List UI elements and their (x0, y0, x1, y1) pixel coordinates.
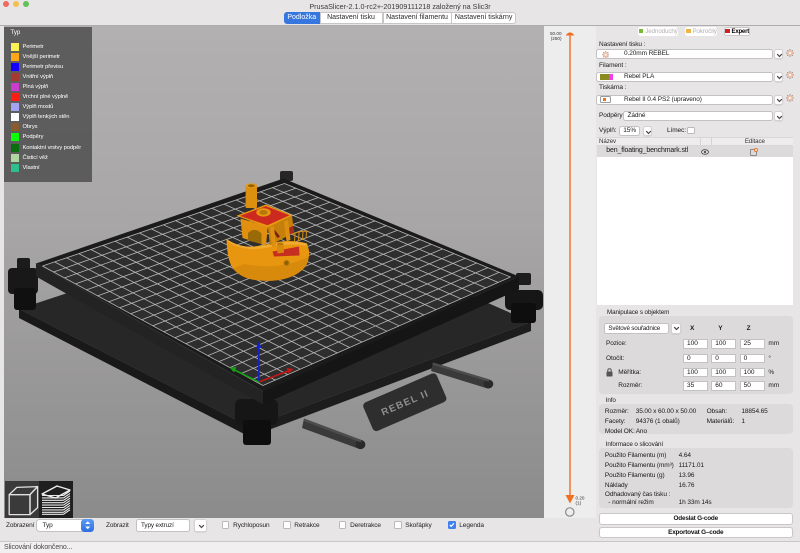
svg-text:(1): (1) (575, 501, 581, 506)
svg-text:(250): (250) (550, 36, 561, 41)
